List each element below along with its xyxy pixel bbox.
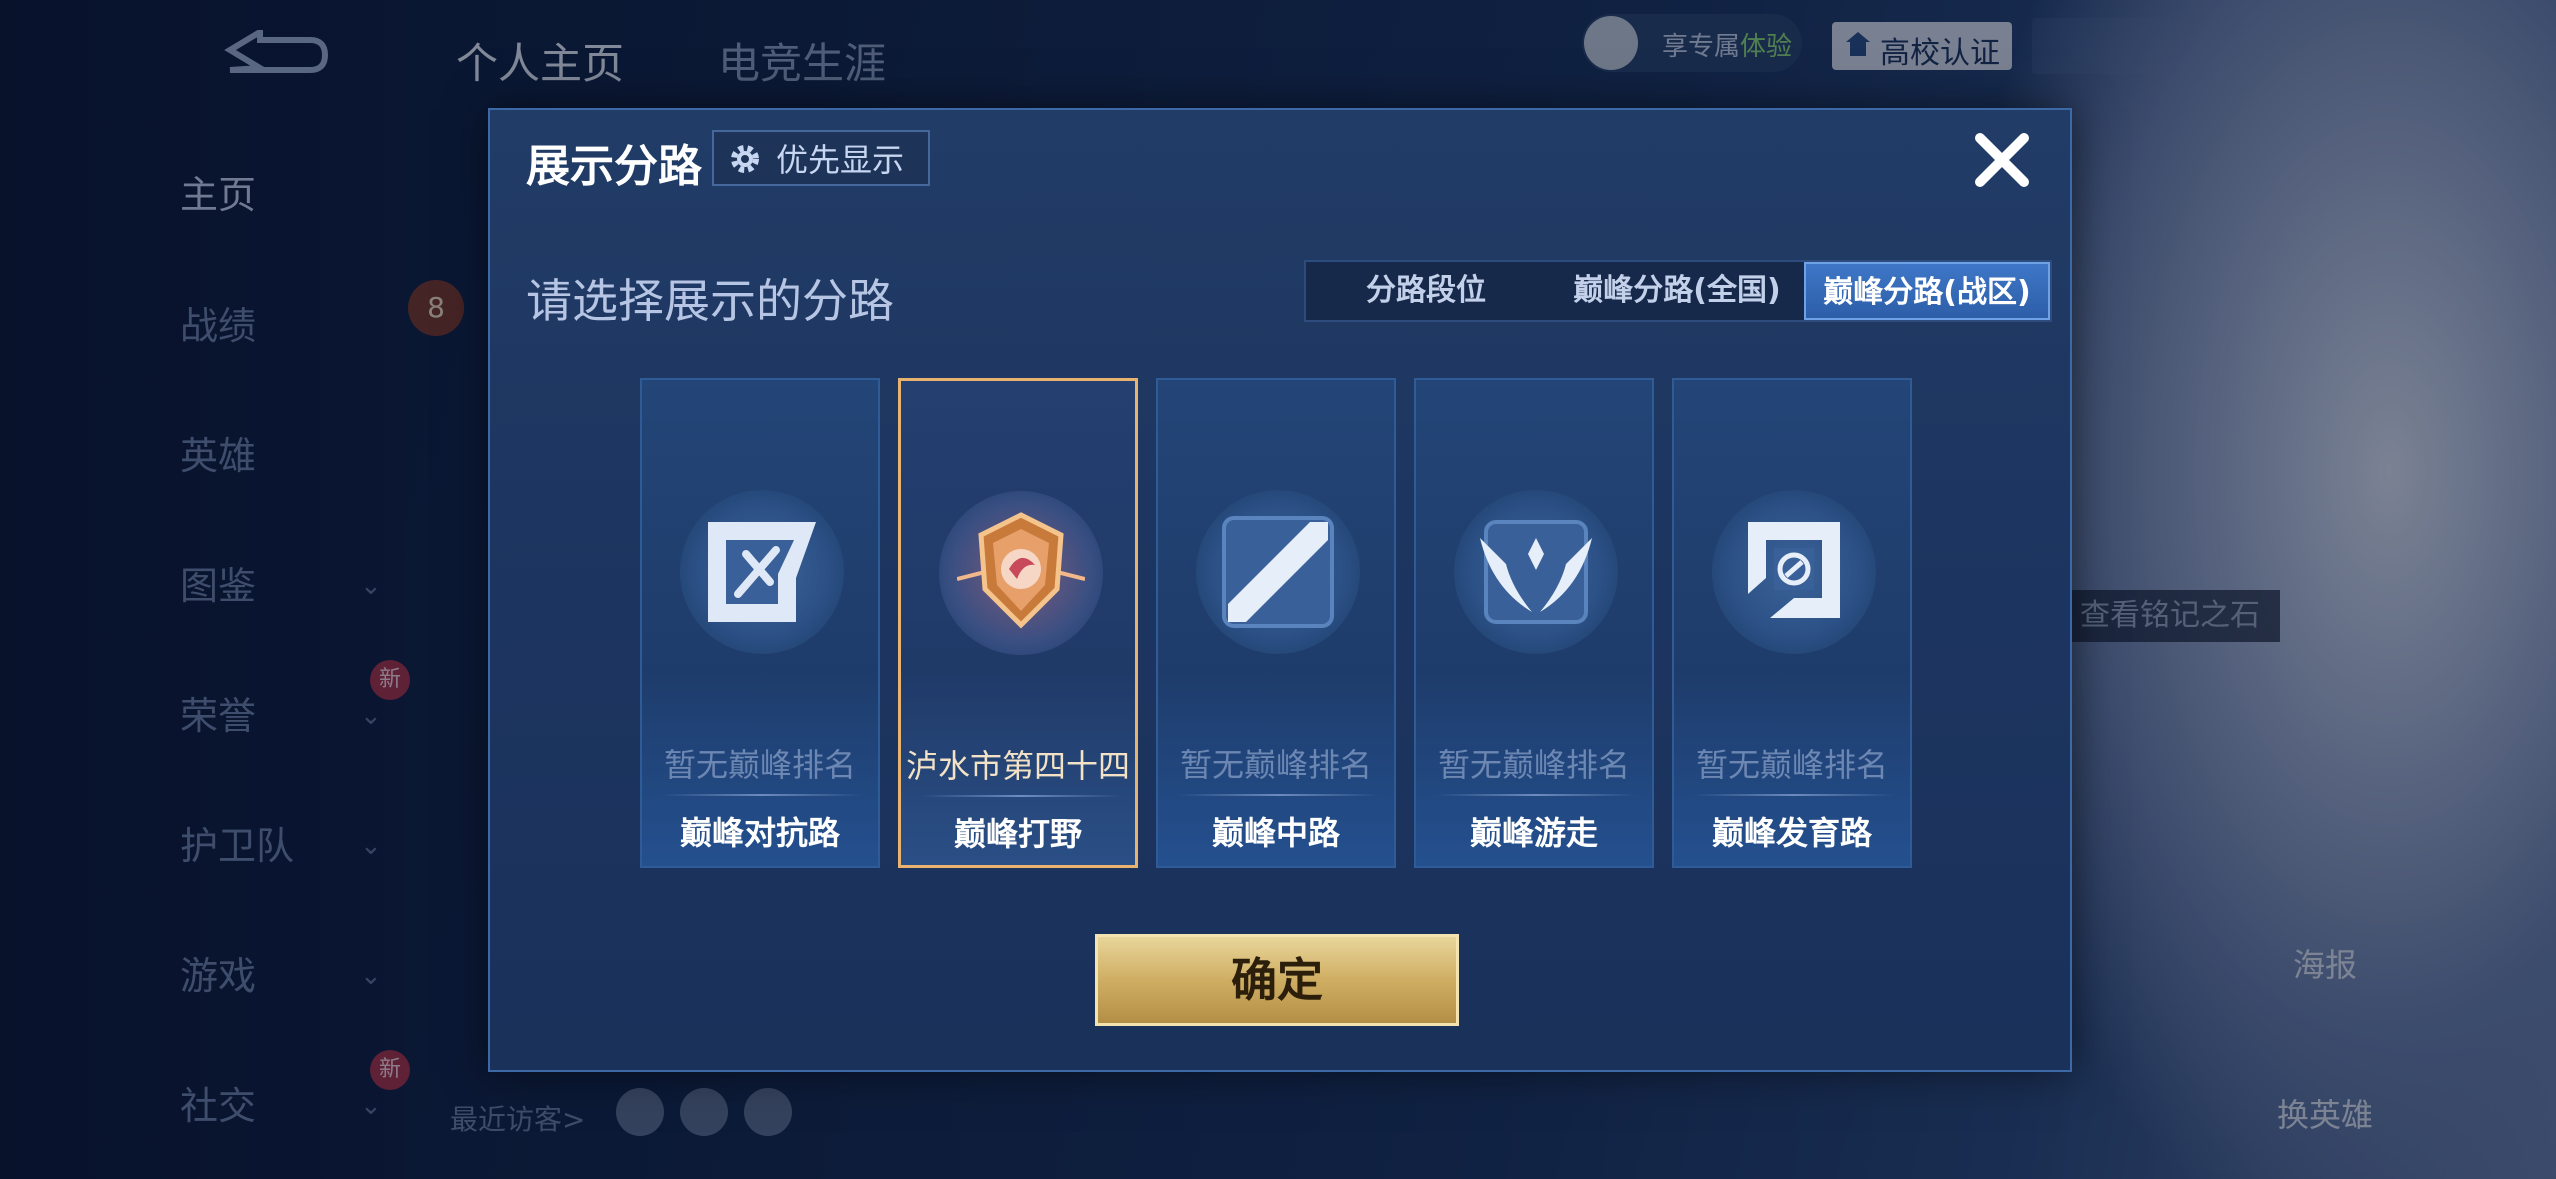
lane-card-clash[interactable]: 暂无巅峰排名 巅峰对抗路: [640, 378, 880, 868]
gear-icon: [731, 145, 759, 173]
lane-name: 巅峰游走: [1469, 814, 1598, 852]
priority-display-label: 优先显示: [776, 141, 905, 179]
lane-card-roam[interactable]: 暂无巅峰排名 巅峰游走: [1414, 378, 1654, 868]
jungle-rank-emblem-icon: [957, 512, 1085, 629]
dialog-title: 展示分路: [526, 141, 702, 192]
lane-rank-text: 暂无巅峰排名: [1179, 746, 1372, 784]
tab-lane-rank[interactable]: 分路段位: [1306, 262, 1546, 320]
display-lane-dialog: 展示分路 优先显示 请选择展示的分路 分路段位 巅峰分路(全国) 巅峰分路(战区…: [488, 108, 2072, 1072]
divider: [1178, 794, 1378, 796]
roam-icon: [1480, 520, 1592, 624]
lane-card-jungle[interactable]: 泸水市第四十四 巅峰打野: [898, 378, 1138, 868]
lane-card-farm[interactable]: 暂无巅峰排名 巅峰发育路: [1672, 378, 1912, 868]
lane-name: 巅峰打野: [953, 815, 1082, 853]
lane-rank-text: 暂无巅峰排名: [1695, 746, 1888, 784]
dialog-subtitle: 请选择展示的分路: [526, 274, 894, 328]
mid-lane-icon: [1222, 516, 1334, 628]
priority-display-button[interactable]: 优先显示: [712, 130, 930, 186]
clash-lane-icon: [708, 522, 816, 622]
tab-peak-lane-region[interactable]: 巅峰分路(战区): [1804, 262, 2050, 320]
farm-lane-icon: [1748, 522, 1840, 618]
divider: [1436, 794, 1636, 796]
lane-card-mid[interactable]: 暂无巅峰排名 巅峰中路: [1156, 378, 1396, 868]
lane-name: 巅峰中路: [1211, 814, 1340, 852]
divider: [662, 794, 862, 796]
lane-rank-text: 暂无巅峰排名: [663, 746, 856, 784]
lane-rank-text: 泸水市第四十四: [905, 747, 1130, 785]
divider: [1694, 794, 1894, 796]
lane-filter-tabs: 分路段位 巅峰分路(全国) 巅峰分路(战区): [1304, 260, 2052, 322]
lane-name: 巅峰对抗路: [679, 814, 840, 852]
lane-name: 巅峰发育路: [1711, 814, 1872, 852]
lane-rank-text: 暂无巅峰排名: [1437, 746, 1630, 784]
divider: [921, 795, 1121, 797]
tab-peak-lane-national[interactable]: 巅峰分路(全国): [1550, 262, 1804, 320]
close-icon[interactable]: [1970, 128, 2034, 192]
confirm-button[interactable]: 确定: [1095, 934, 1459, 1026]
